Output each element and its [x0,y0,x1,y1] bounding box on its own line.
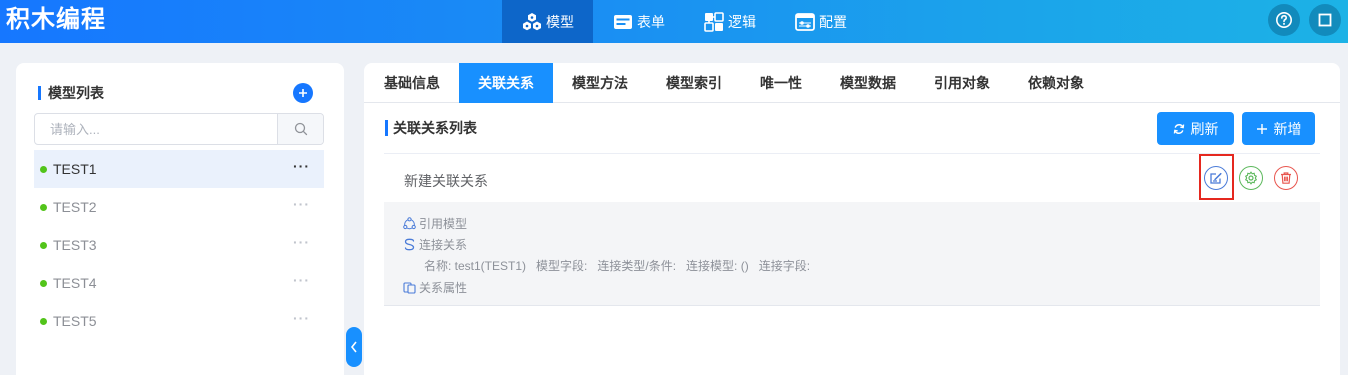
trash-icon [1279,171,1293,185]
more-icon[interactable]: ··· [293,310,310,326]
search-box [34,113,324,145]
delete-relation-button[interactable] [1274,166,1298,190]
nav-item-model[interactable]: 模型 [502,0,593,43]
link-icon [403,238,416,251]
add-label: 新增 [1273,120,1302,137]
help-button[interactable] [1268,4,1300,36]
status-dot [40,203,47,211]
connection-detail: 名称: test1(TEST1) 模型字段: 连接类型/条件: 连接模型: ()… [424,259,811,273]
tab-model-data[interactable]: 模型数据 [821,63,915,103]
fullscreen-icon [1318,13,1332,27]
list-item-label: TEST5 [53,313,97,329]
help-icon [1275,11,1293,29]
nav-label: 配置 [819,13,847,30]
more-icon[interactable]: ··· [293,196,310,212]
add-model-button[interactable] [293,83,313,103]
cubes-icon [522,12,542,32]
ref-model-label: 引用模型 [419,217,468,231]
chevron-left-icon [350,341,358,353]
main-nav: 模型 表单 逻辑 配置 [502,0,866,43]
connection-label: 连接关系 [419,238,468,252]
tab-dependent-objects[interactable]: 依赖对象 [1009,63,1103,103]
list-item[interactable]: TEST3 ··· [34,226,324,264]
plus-icon [1256,123,1268,135]
logic-icon [704,11,724,32]
status-dot [40,279,47,287]
section-title: 关联关系列表 [385,120,477,136]
app-title: 积木编程 [6,6,106,33]
detail-tabs: 基础信息 关联关系 模型方法 模型索引 唯一性 模型数据 引用对象 依赖对象 [364,63,1340,103]
tab-model-index[interactable]: 模型索引 [647,63,741,103]
search-button[interactable] [277,114,323,144]
list-item-label: TEST2 [53,199,97,215]
tab-relations[interactable]: 关联关系 [459,63,553,103]
list-item-label: TEST1 [53,161,97,177]
add-relation-button[interactable]: 新增 [1242,112,1315,145]
gear-icon [1244,171,1258,185]
model-list-panel: 模型列表 TEST1 ··· TEST2 ··· TEST3 ··· [16,63,344,375]
relation-name: 新建关联关系 [404,173,488,189]
ref-model-row: 引用模型 [403,215,467,232]
relation-item-detail: 引用模型 连接关系 名称: test1(TEST1) 模型字段: 连接类型/条件… [384,202,1320,306]
nav-label: 模型 [546,13,574,30]
top-header: 积木编程 模型 表单 逻辑 配置 [0,0,1348,43]
nav-item-form[interactable]: 表单 [593,0,684,43]
nav-label: 表单 [637,13,665,30]
more-icon[interactable]: ··· [293,234,310,250]
config-icon [795,12,815,32]
refresh-icon [1173,123,1185,135]
relation-item-header[interactable]: 新建关联关系 [384,154,1320,202]
properties-label: 关系属性 [419,281,468,295]
more-icon[interactable]: ··· [293,272,310,288]
plus-icon [298,88,308,98]
tab-referenced-objects[interactable]: 引用对象 [915,63,1009,103]
refresh-button[interactable]: 刷新 [1157,112,1234,145]
properties-row: 关系属性 [403,279,467,296]
edit-highlight-box [1199,154,1234,200]
status-dot [40,317,47,325]
share-icon [403,217,416,230]
search-input[interactable] [35,114,277,144]
panel-title: 模型列表 [38,85,104,101]
nav-item-config[interactable]: 配置 [775,0,866,43]
copy-icon [403,281,416,294]
collapse-sidebar-button[interactable] [346,327,362,367]
list-item[interactable]: TEST5 ··· [34,302,324,340]
list-item[interactable]: TEST4 ··· [34,264,324,302]
status-dot [40,241,47,249]
list-item[interactable]: TEST1 ··· [34,150,324,188]
more-icon[interactable]: ··· [293,158,310,174]
model-detail-panel: 基础信息 关联关系 模型方法 模型索引 唯一性 模型数据 引用对象 依赖对象 关… [364,63,1340,375]
connection-row: 连接关系 [403,236,467,253]
fullscreen-button[interactable] [1309,4,1341,36]
nav-label: 逻辑 [728,13,756,30]
list-item[interactable]: TEST2 ··· [34,188,324,226]
tab-uniqueness[interactable]: 唯一性 [741,63,821,103]
model-list: TEST1 ··· TEST2 ··· TEST3 ··· TEST4 ··· … [34,150,324,340]
list-item-label: TEST3 [53,237,97,253]
tab-model-methods[interactable]: 模型方法 [553,63,647,103]
status-dot [40,165,47,173]
nav-item-logic[interactable]: 逻辑 [684,0,775,43]
search-icon [294,122,308,136]
relation-settings-button[interactable] [1239,166,1263,190]
tab-basic-info[interactable]: 基础信息 [365,63,459,103]
form-icon [613,12,633,32]
refresh-label: 刷新 [1190,120,1219,137]
list-item-label: TEST4 [53,275,97,291]
